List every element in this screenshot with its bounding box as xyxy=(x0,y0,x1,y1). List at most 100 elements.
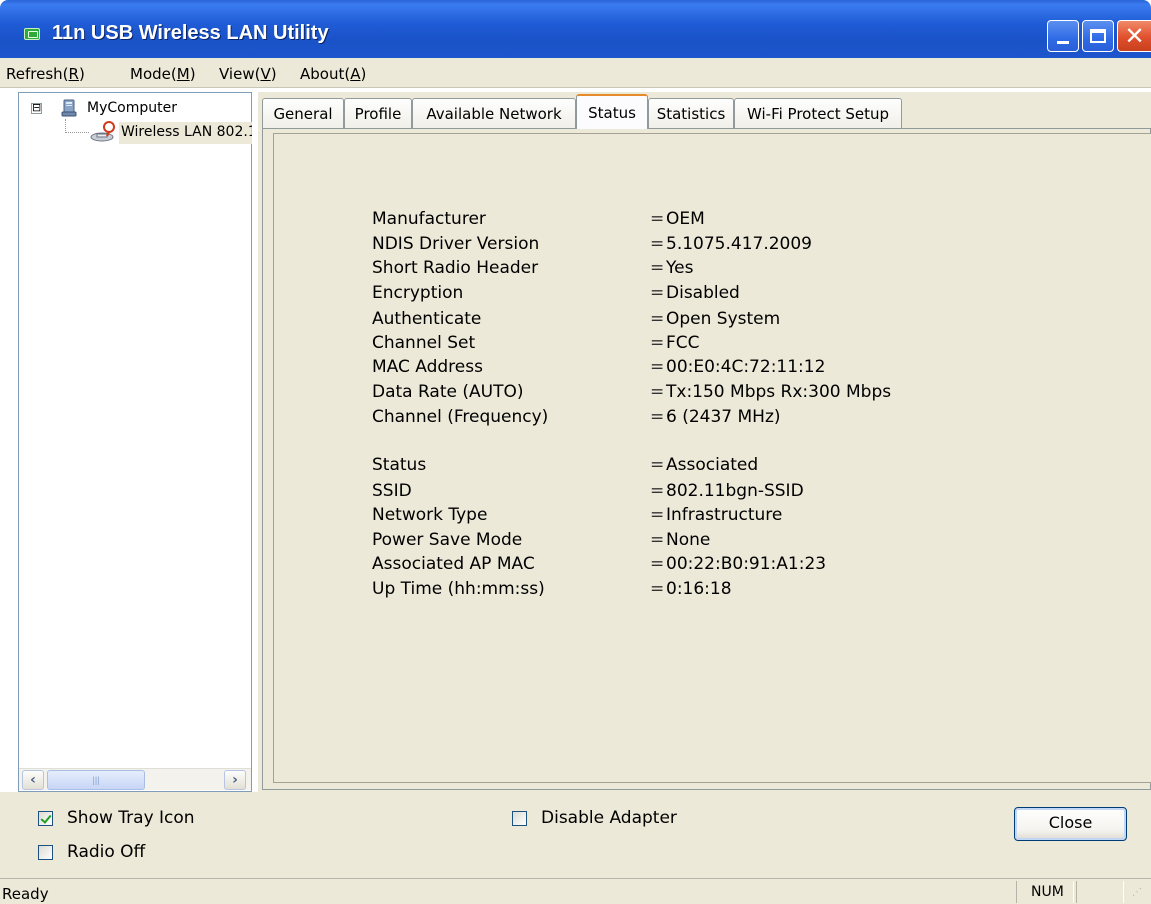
value-up-time: = 0:16:18 xyxy=(650,579,732,599)
value-ndis-driver-version-text: 5.1075.417.2009 xyxy=(666,234,813,254)
tab-wifi-protect-setup[interactable]: Wi-Fi Protect Setup xyxy=(734,98,902,129)
value-short-radio-header: = Yes xyxy=(650,258,694,278)
value-network-type: = Infrastructure xyxy=(650,505,783,525)
value-status-text: Associated xyxy=(666,455,759,475)
grip-icon: ||| xyxy=(92,775,100,785)
menu-bar: Refresh(R) Mode(M) View(V) About(A) xyxy=(0,58,1151,88)
menu-view-accel: V xyxy=(260,65,271,83)
label-network-type: Network Type xyxy=(372,505,488,525)
minimize-button[interactable] xyxy=(1047,20,1079,52)
label-ssid: SSID xyxy=(372,481,412,501)
radio-off-option[interactable]: Radio Off xyxy=(38,842,145,862)
value-power-save-mode: = None xyxy=(650,530,711,550)
value-up-time-text: 0:16:18 xyxy=(666,579,732,599)
close-icon: ✕ xyxy=(1124,22,1145,50)
device-tree[interactable]: ⊟ MyComputer Wireless LAN 802.11n USB 2.… xyxy=(18,92,252,792)
menu-about[interactable]: About(A) xyxy=(300,65,366,83)
value-short-radio-header-text: Yes xyxy=(666,258,694,278)
tree-horizontal-scrollbar[interactable]: ‹ ||| › xyxy=(19,768,251,790)
menu-about-close: ) xyxy=(360,65,367,83)
value-network-type-text: Infrastructure xyxy=(666,505,783,525)
label-mac-address: MAC Address xyxy=(372,357,483,377)
disable-adapter-checkbox[interactable] xyxy=(512,810,527,826)
tab-status[interactable]: Status xyxy=(576,94,648,129)
close-window-button[interactable]: ✕ xyxy=(1117,20,1151,52)
label-associated-ap-mac: Associated AP MAC xyxy=(372,554,535,574)
computer-icon xyxy=(61,99,77,117)
menu-mode[interactable]: Mode(M) xyxy=(130,65,196,83)
menu-about-accel: A xyxy=(350,65,361,83)
menu-mode-label: Mode( xyxy=(130,65,177,83)
options-area xyxy=(0,792,1151,878)
label-short-radio-header: Short Radio Header xyxy=(372,258,539,278)
menu-about-label: About( xyxy=(300,65,351,83)
status-pane xyxy=(1076,881,1124,903)
minimize-icon xyxy=(1057,40,1069,44)
value-data-rate: = Tx:150 Mbps Rx:300 Mbps xyxy=(650,382,892,402)
chevron-right-icon: › xyxy=(232,772,238,788)
menu-refresh-close: ) xyxy=(78,65,85,83)
menu-view[interactable]: View(V) xyxy=(219,65,277,83)
label-authenticate: Authenticate xyxy=(372,309,482,329)
value-authenticate-text: Open System xyxy=(666,309,781,329)
value-channel-frequency: = 6 (2437 MHz) xyxy=(650,407,781,427)
scroll-thumb[interactable]: ||| xyxy=(47,770,145,790)
label-up-time: Up Time (hh:mm:ss) xyxy=(372,579,545,599)
tab-general[interactable]: General xyxy=(262,98,344,129)
status-text: Ready xyxy=(2,885,49,903)
menu-refresh-accel: R xyxy=(68,65,79,83)
radio-off-label: Radio Off xyxy=(67,842,146,862)
label-power-save-mode: Power Save Mode xyxy=(372,530,523,550)
label-manufacturer: Manufacturer xyxy=(372,209,486,229)
label-encryption: Encryption xyxy=(372,283,464,303)
menu-mode-close: ) xyxy=(189,65,196,83)
menu-view-close: ) xyxy=(270,65,277,83)
collapse-icon[interactable]: ⊟ xyxy=(31,103,42,114)
scroll-left-button[interactable]: ‹ xyxy=(22,770,44,790)
tree-connector xyxy=(65,119,89,133)
value-channel-set-text: FCC xyxy=(666,333,700,353)
disable-adapter-option[interactable]: Disable Adapter xyxy=(512,808,677,828)
tree-item-mycomputer[interactable]: MyComputer xyxy=(87,100,177,116)
show-tray-icon-checkbox[interactable] xyxy=(38,810,53,826)
menu-refresh[interactable]: Refresh(R) xyxy=(6,65,85,83)
window-title: 11n USB Wireless LAN Utility xyxy=(52,22,329,44)
tab-profile[interactable]: Profile xyxy=(344,98,412,129)
tab-statistics[interactable]: Statistics xyxy=(648,98,734,129)
value-manufacturer: = OEM xyxy=(650,209,705,229)
value-ssid-text: 802.11bgn-SSID xyxy=(666,481,804,501)
wireless-adapter-icon xyxy=(90,121,115,142)
value-manufacturer-text: OEM xyxy=(666,209,705,229)
value-mac-address: = 00:E0:4C:72:11:12 xyxy=(650,357,826,377)
label-channel-frequency: Channel (Frequency) xyxy=(372,407,549,427)
value-power-save-mode-text: None xyxy=(666,530,711,550)
value-channel-set: = FCC xyxy=(650,333,700,353)
value-associated-ap-mac: = 00:22:B0:91:A1:23 xyxy=(650,554,827,574)
close-button[interactable]: Close xyxy=(1014,807,1127,841)
scroll-right-button[interactable]: › xyxy=(224,770,246,790)
tab-available-network[interactable]: Available Network xyxy=(412,98,576,129)
maximize-icon xyxy=(1090,29,1106,43)
label-ndis-driver-version: NDIS Driver Version xyxy=(372,234,540,254)
disable-adapter-label: Disable Adapter xyxy=(541,808,677,828)
resize-grip-icon[interactable]: ⋰ xyxy=(1132,887,1142,898)
value-ndis-driver-version: = 5.1075.417.2009 xyxy=(650,234,813,254)
value-status: = Associated xyxy=(650,455,759,475)
app-icon xyxy=(24,28,40,40)
tree-item-wireless-adapter[interactable]: Wireless LAN 802.11n USB 2.0 Network Ada… xyxy=(119,122,252,144)
value-encryption-text: Disabled xyxy=(666,283,740,303)
value-ssid: = 802.11bgn-SSID xyxy=(650,481,804,501)
label-status: Status xyxy=(372,455,427,475)
maximize-button[interactable] xyxy=(1082,20,1114,52)
radio-off-checkbox[interactable] xyxy=(38,844,53,860)
value-data-rate-text: Tx:150 Mbps Rx:300 Mbps xyxy=(666,382,892,402)
title-bar[interactable]: 11n USB Wireless LAN Utility ✕ xyxy=(0,0,1151,58)
menu-refresh-label: Refresh( xyxy=(6,65,69,83)
status-bar: Ready NUM ⋰ xyxy=(0,878,1151,904)
menu-mode-accel: M xyxy=(176,65,190,83)
value-associated-ap-mac-text: 00:22:B0:91:A1:23 xyxy=(666,554,827,574)
show-tray-icon-option[interactable]: Show Tray Icon xyxy=(38,808,195,828)
label-channel-set: Channel Set xyxy=(372,333,476,353)
value-mac-address-text: 00:E0:4C:72:11:12 xyxy=(666,357,826,377)
menu-view-label: View( xyxy=(219,65,261,83)
